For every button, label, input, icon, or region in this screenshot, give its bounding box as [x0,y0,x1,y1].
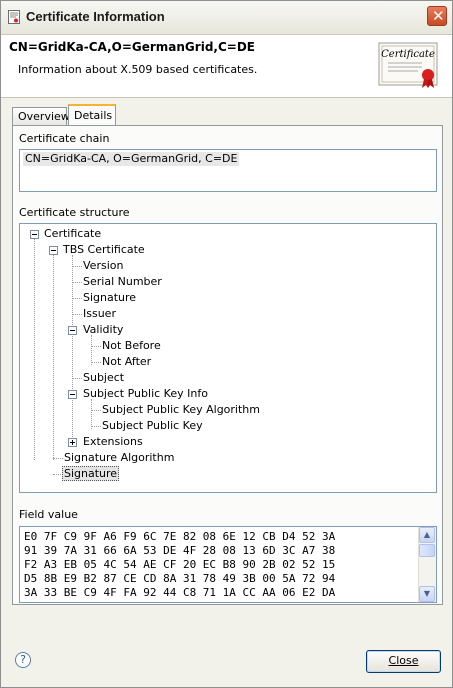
header-description: Information about X.509 based certificat… [18,63,258,76]
tree-connector [91,426,101,427]
tree-node-subject-public-key[interactable]: Subject Public Key [102,418,203,434]
tree-connector [72,266,82,267]
tree-node-version[interactable]: Version [83,258,123,274]
hex-line: F2 A3 EB 05 4C 54 AE CF 20 EC B8 90 2B 0… [24,558,336,571]
hex-line: 91 39 7A 31 66 6A 53 DE 4F 28 08 13 6D 3… [24,544,336,557]
collapse-icon[interactable] [30,230,39,239]
tree-node-signature-algorithm[interactable]: Signature Algorithm [64,450,174,466]
tree-connector [91,335,92,365]
expand-icon[interactable] [68,438,77,447]
tab-details-label: Details [74,109,113,122]
certificate-structure-tree[interactable]: Certificate TBS Certificate Version Seri… [19,223,437,493]
tree-connector [72,378,82,379]
tree-connector [53,458,63,459]
close-icon: ✕ [432,7,445,25]
title-bar[interactable]: Certificate Information ✕ [1,1,452,35]
field-value-text: E0 7F C9 9F A6 F9 6C 7E 82 08 6E 12 CB D… [24,530,335,600]
selected-node-label: Signature [62,466,120,481]
tree-node-subject-public-key-algorithm[interactable]: Subject Public Key Algorithm [102,402,260,418]
tree-node-signature-selected[interactable]: Signature [62,466,120,482]
tree-node-subject[interactable]: Subject [83,370,124,386]
tab-details[interactable]: Details [68,104,116,126]
tree-node-certificate[interactable]: Certificate [44,226,101,242]
certificate-badge-icon: Certificate [378,42,438,88]
hex-line: D5 8B E9 B2 87 CE CD 8A 31 78 49 3B 00 5… [24,572,336,585]
window-close-button[interactable]: ✕ [427,6,447,26]
tree-connector [91,410,101,411]
hex-line: E0 7F C9 9F A6 F9 6C 7E 82 08 6E 12 CB D… [24,530,336,543]
chain-item[interactable]: CN=GridKa-CA, O=GermanGrid, C=DE [23,152,240,166]
tree-connector [72,282,82,283]
help-icon[interactable]: ? [15,652,31,668]
tree-connector [72,298,82,299]
scroll-down-button[interactable]: ▼ [419,586,435,602]
tree-node-tbs-certificate[interactable]: TBS Certificate [63,242,145,258]
dialog-header: CN=GridKa-CA,O=GermanGrid,C=DE Informati… [1,35,452,98]
tab-overview[interactable]: Overview [12,107,70,125]
hex-line: 3A 33 BE C9 4F FA 92 44 C8 71 1A CC AA 0… [24,586,336,599]
field-value-label: Field value [19,508,78,521]
tree-connector [53,255,54,460]
tree-connector [91,346,101,347]
certificate-chain-list[interactable]: CN=GridKa-CA, O=GermanGrid, C=DE [19,149,437,192]
tree-node-not-after[interactable]: Not After [102,354,151,370]
vertical-scrollbar[interactable]: ▲ ▼ [418,527,436,602]
field-value-textarea[interactable]: E0 7F C9 9F A6 F9 6C 7E 82 08 6E 12 CB D… [19,526,437,603]
tree-connector [91,362,101,363]
collapse-icon[interactable] [49,246,58,255]
collapse-icon[interactable] [68,326,77,335]
tree-connector [34,239,35,460]
scroll-up-button[interactable]: ▲ [419,527,435,543]
certificate-icon [8,10,20,24]
certificate-chain-label: Certificate chain [19,132,110,145]
header-title: CN=GridKa-CA,O=GermanGrid,C=DE [9,40,255,54]
tree-node-signature[interactable]: Signature [83,290,136,306]
tree-node-subject-public-key-info[interactable]: Subject Public Key Info [83,386,208,402]
tree-node-not-before[interactable]: Not Before [102,338,161,354]
dialog-footer: ? Close [1,613,452,687]
details-panel: Certificate chain CN=GridKa-CA, O=German… [12,125,443,605]
scroll-thumb[interactable] [419,544,435,557]
tree-node-serial-number[interactable]: Serial Number [83,274,162,290]
tree-node-issuer[interactable]: Issuer [83,306,116,322]
tree-node-extensions[interactable]: Extensions [83,434,143,450]
svg-text:Certificate: Certificate [381,49,435,60]
tree-connector [72,314,82,315]
certificate-structure-label: Certificate structure [19,206,130,219]
certificate-information-dialog: Certificate Information ✕ CN=GridKa-CA,O… [0,0,453,688]
close-button-label: Close [388,654,419,667]
window-title: Certificate Information [26,9,165,24]
tab-overview-label: Overview [18,110,70,123]
collapse-icon[interactable] [68,390,77,399]
tree-node-validity[interactable]: Validity [83,322,123,338]
tree-connector [91,399,92,429]
close-button[interactable]: Close [366,650,441,673]
